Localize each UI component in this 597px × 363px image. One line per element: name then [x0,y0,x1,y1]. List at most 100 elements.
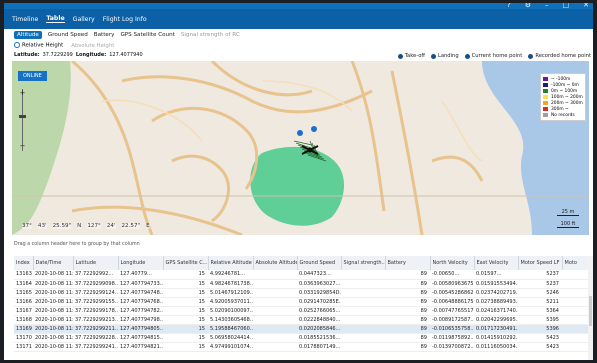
table-cell: 0.02738889493... [474,297,518,307]
table-cell: 2020-10-08 11:... [33,297,73,307]
col-motor-speed-lf[interactable]: Motor Speed LF [518,256,563,270]
table-body: 131632020-10-08 11:...37.72292992...127.… [14,270,593,352]
nav-timeline[interactable]: Timeline [12,16,38,23]
table-cell [341,342,385,352]
col-latitude[interactable]: Latitude [73,256,119,270]
table-cell: 37.7229299155... [73,297,118,307]
table-row[interactable]: 131642020-10-08 11:...37.7229299098...12… [14,279,593,289]
table-cell: 5211 [518,297,562,307]
table-cell: 5.19588467060... [208,324,253,334]
table-row[interactable]: 131682020-10-08 11:...37.7229299213...12… [14,315,593,325]
table-cell: 0.01591553494... [474,279,518,289]
table-cell: 5237 [518,270,562,280]
relative-height-radio[interactable]: Relative Height [14,42,63,49]
metric-gps-count-button[interactable]: GPS Satellite Count [120,32,174,38]
scale-feet: 100 ft [557,221,579,228]
absolute-height-option[interactable]: Absolute Height [71,43,114,49]
metric-battery-button[interactable]: Battery [94,32,115,38]
table-cell: 5.06958024414... [208,333,253,343]
legend-takeoff: Take-off [397,53,425,59]
table-cell: 13167 [14,306,33,316]
table-cell: 15 [163,270,208,280]
table-header: Index Date/Time Latitude Longitude GPS S… [14,256,593,270]
table-cell [253,315,297,325]
landing-label: Landing [437,53,459,59]
nav-flight-log-info[interactable]: Flight Log Info [103,16,147,23]
flight-data-grid: Drag a column header here to group by th… [4,235,593,360]
nav-gallery[interactable]: Gallery [73,16,95,23]
table-cell: 0.0252766065... [297,306,341,316]
legend-swatch [543,101,548,105]
table-cell: 0.01116050034... [474,342,518,352]
table-cell: 89 [385,306,430,316]
metric-altitude-button[interactable]: Altitude [14,30,42,39]
table-cell [341,306,385,316]
table-row[interactable]: 131652020-10-08 11:...37.7229299124...12… [14,288,593,298]
table-cell: 2020-10-08 11:... [33,342,73,352]
table-cell: 89 [385,342,430,352]
col-signal-strength[interactable]: Signal strength... [341,256,386,270]
legend-label: 100m ~ 200m [551,94,583,100]
table-cell [341,315,385,325]
table-cell: 89 [385,333,430,343]
col-battery[interactable]: Battery [385,256,431,270]
table-cell: 2020-10-08 11:... [33,306,73,316]
table-cell: 5395 [518,315,562,325]
table-cell: -0.0089172587... [430,315,474,325]
table-row[interactable]: 131692020-10-08 11:...37.7229299211...12… [14,324,593,334]
table-cell: 0.01717230491... [474,324,518,334]
col-absolute-altitude[interactable]: Absolute Altitude [253,256,298,270]
table-cell: 4.99246781... [208,270,253,280]
col-index[interactable]: Index [14,256,34,270]
zoom-control[interactable]: + − [18,89,27,151]
col-north-velocity[interactable]: North Velocity [430,256,475,270]
table-cell: 15 [163,288,208,298]
nav-table[interactable]: Table [46,15,65,23]
current-home-icon [464,53,470,59]
table-cell: 89 [385,279,430,289]
zoom-out-button[interactable]: − [18,142,27,150]
table-cell: 15 [163,324,208,334]
col-datetime[interactable]: Date/Time [33,256,74,270]
table-row[interactable]: 131662020-10-08 11:...37.7229299155...12… [14,297,593,307]
table-cell: 13170 [14,333,33,343]
latitude-label: Latitude: [14,52,40,58]
map-marker-legend: Take-off Landing Current home point Reco… [397,53,591,59]
lat-sec: 25.59" [52,223,72,229]
table-cell: 5.14303605468... [208,315,253,325]
group-by-hint[interactable]: Drag a column header here to group by th… [14,242,140,247]
map-view[interactable]: ONLINE + − 37° 43' 25.59" N 127° 24' 22.… [12,61,589,235]
col-longitude[interactable]: Longitude [118,256,164,270]
table-cell: -0.00545286862... [430,288,474,298]
recorded-home-icon [528,53,534,59]
table-cell: 4.97499101074... [208,342,253,352]
zoom-in-button[interactable]: + [18,89,27,97]
table-cell [253,270,297,280]
longitude-value: 127.4077940 [109,52,143,58]
table-row[interactable]: 131672020-10-08 11:...37.7229299178...12… [14,306,593,316]
online-status-button[interactable]: ONLINE [18,71,47,81]
table-cell: 15 [163,279,208,289]
col-east-velocity[interactable]: East Velocity [474,256,519,270]
grid-scrollbar[interactable] [588,256,593,360]
col-relative-altitude[interactable]: Relative Altitude [208,256,254,270]
table-cell [341,270,385,280]
scroll-thumb[interactable] [589,296,592,326]
table-row[interactable]: 131702020-10-08 11:...37.7229299228...12… [14,333,593,343]
table-cell: 0.0178807149... [297,342,341,352]
col-gps-count[interactable]: GPS Satellite C... [163,256,209,270]
table-row[interactable]: 131632020-10-08 11:...37.72292992...127.… [14,270,593,280]
zoom-handle[interactable] [19,115,26,118]
metric-rc-signal-button[interactable]: Signal strength of RC [181,32,240,38]
table-cell: 0.01415910292... [474,333,518,343]
table-cell: 13171 [14,342,33,352]
table-cell: 37.7229299228... [73,333,118,343]
table-row[interactable]: 131712020-10-08 11:...37.7229299241...12… [14,342,593,352]
metric-ground-speed-button[interactable]: Ground Speed [48,32,88,38]
table-cell: 127.407794748... [118,288,163,298]
table-cell: -0.00648886175... [430,297,474,307]
table-cell: 15 [163,333,208,343]
table-cell: 127.40779... [118,270,163,280]
table-cell: -0.0119875892... [430,333,474,343]
col-ground-speed[interactable]: Ground Speed [297,256,342,270]
